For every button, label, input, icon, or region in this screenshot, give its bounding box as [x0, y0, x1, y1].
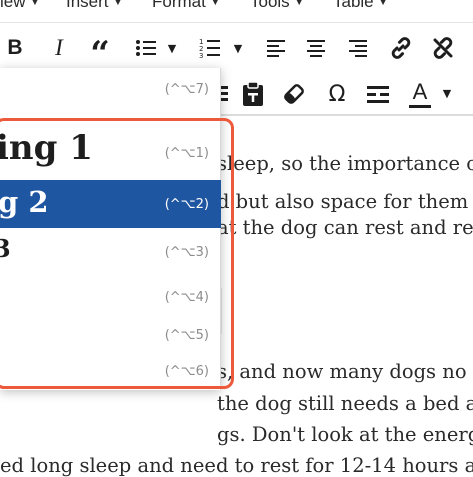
chevron-down-icon: ▼ [209, 0, 221, 8]
menu-insert[interactable]: Insert ▼ [66, 0, 123, 12]
blockquote-button[interactable]: “ [86, 31, 114, 71]
menu-tools-label: Tools [250, 0, 290, 11]
chevron-down-icon: ▼ [167, 41, 177, 55]
numbered-list-button[interactable]: 123 [196, 35, 224, 61]
menu-view-label: iew [0, 0, 26, 11]
format-dropdown-menu: (^⌥7) ing 1 (^⌥1) g 2 (^⌥2) 3 (^⌥3) (^⌥4… [0, 68, 221, 390]
paragraph-line: sleep, so the importance of t [217, 152, 473, 175]
format-item-heading-5[interactable]: (^⌥5) [0, 320, 221, 354]
paste-text-button[interactable] [239, 79, 267, 109]
paragraph-line: ed long sleep and need to rest for 12-14… [0, 454, 473, 477]
unlink-icon [433, 37, 453, 59]
align-center-button[interactable] [303, 35, 329, 61]
eraser-icon [284, 84, 304, 104]
paragraph-line: d but also space for them to r [217, 190, 473, 213]
format-item-shortcut: (^⌥6) [164, 364, 209, 379]
align-center-icon [307, 40, 325, 57]
menu-table[interactable]: Table ▼ [333, 0, 389, 12]
format-item-shortcut: (^⌥4) [164, 290, 209, 305]
horizontal-line-icon [367, 86, 389, 103]
align-right-icon [349, 40, 367, 57]
format-item-heading-3[interactable]: 3 (^⌥3) [0, 228, 221, 272]
format-item-shortcut: (^⌥5) [164, 328, 209, 343]
menu-format[interactable]: Format ▼ [152, 0, 221, 12]
paragraph-line: at the dog can rest and relax [217, 216, 473, 239]
paragraph-line: gs. Don't look at the energeti [217, 423, 473, 446]
align-right-button[interactable] [344, 35, 370, 61]
format-item-heading-6[interactable]: (^⌥6) [0, 360, 221, 386]
format-item-preformatted[interactable]: (^⌥7) [0, 68, 221, 114]
bullet-list-button[interactable] [132, 35, 160, 61]
remove-link-button[interactable] [428, 33, 458, 63]
text-color-swatch [409, 104, 431, 108]
chevron-down-icon: ▼ [29, 0, 41, 8]
format-item-shortcut: (^⌥7) [164, 82, 209, 97]
format-item-heading-2[interactable]: g 2 (^⌥2) [0, 180, 221, 228]
format-item-label: 3 [0, 234, 11, 263]
svg-text:3: 3 [199, 52, 203, 59]
omega-icon: Ω [328, 81, 346, 107]
align-left-icon [267, 40, 285, 57]
paragraph-line: the dog still needs a bed as a [217, 392, 473, 415]
menu-table-label: Table [333, 0, 374, 11]
align-left-button[interactable] [264, 35, 290, 61]
quote-icon: “ [90, 34, 110, 74]
format-item-shortcut: (^⌥3) [164, 245, 209, 260]
menu-bar: iew ▼ Insert ▼ Format ▼ Tools ▼ Table ▼ [0, 0, 473, 18]
text-color-icon: A [412, 78, 428, 104]
insert-link-button[interactable] [386, 33, 416, 63]
menu-insert-label: Insert [66, 0, 109, 11]
menu-format-label: Format [152, 0, 206, 11]
bold-button[interactable]: B [2, 33, 28, 63]
text-color-button[interactable]: A [406, 78, 434, 110]
menu-view[interactable]: iew ▼ [0, 0, 40, 12]
format-item-label: g 2 [0, 185, 49, 219]
clear-formatting-button[interactable] [280, 79, 308, 109]
chevron-down-icon: ▼ [293, 0, 305, 8]
special-character-button[interactable]: Ω [322, 78, 352, 110]
link-icon [391, 37, 411, 59]
format-item-shortcut: (^⌥2) [164, 197, 209, 212]
italic-button[interactable]: I [46, 33, 72, 63]
format-item-heading-1[interactable]: ing 1 (^⌥1) [0, 124, 221, 180]
bullet-list-icon [136, 40, 156, 56]
numbered-list-menu-button[interactable]: ▼ [231, 39, 245, 57]
paragraph-line: s, and now many dogs no lon [217, 360, 473, 383]
numbered-list-icon: 123 [199, 38, 220, 59]
italic-label: I [55, 35, 63, 60]
chevron-down-icon: ▼ [233, 41, 243, 55]
chevron-down-icon: ▼ [442, 86, 452, 100]
chevron-down-icon: ▼ [112, 0, 124, 8]
text-color-menu-button[interactable]: ▼ [440, 84, 454, 102]
format-item-heading-4[interactable]: (^⌥4) [0, 280, 221, 320]
menu-tools[interactable]: Tools ▼ [250, 0, 305, 12]
bold-label: B [7, 36, 23, 59]
chevron-down-icon: ▼ [377, 0, 389, 8]
format-item-shortcut: (^⌥1) [164, 146, 209, 161]
clipboard-icon [243, 81, 263, 106]
bullet-list-menu-button[interactable]: ▼ [165, 39, 179, 57]
format-item-label: ing 1 [0, 128, 93, 168]
horizontal-line-button[interactable] [364, 80, 392, 108]
toolbar-primary: B I “ ▼ 123 ▼ [0, 22, 473, 74]
